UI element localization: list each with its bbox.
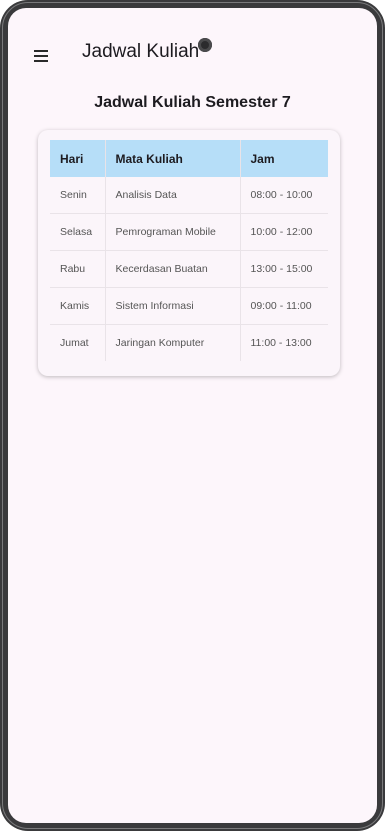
cell-hari: Rabu	[50, 250, 106, 288]
column-header-mata-kuliah: Mata Kuliah	[105, 140, 241, 177]
app-screen: Jadwal Kuliah Jadwal Kuliah Semester 7 H…	[8, 8, 377, 823]
cell-jam: 09:00 - 11:00	[240, 287, 328, 325]
table-row: Selasa Pemrograman Mobile 10:00 - 12:00	[50, 213, 328, 251]
cell-mata-kuliah: Analisis Data	[105, 177, 241, 214]
cell-jam: 13:00 - 15:00	[240, 250, 328, 288]
app-title: Jadwal Kuliah	[82, 41, 200, 62]
cell-mata-kuliah: Kecerdasan Buatan	[105, 250, 241, 288]
phone-frame: Jadwal Kuliah Jadwal Kuliah Semester 7 H…	[0, 0, 385, 831]
hamburger-menu-icon[interactable]	[34, 50, 48, 62]
schedule-table: Hari Mata Kuliah Jam Senin Analisis Data…	[50, 140, 328, 361]
front-camera	[198, 38, 212, 52]
table-row: Senin Analisis Data 08:00 - 10:00	[50, 177, 328, 214]
table-header-row: Hari Mata Kuliah Jam	[50, 140, 328, 177]
table-row: Rabu Kecerdasan Buatan 13:00 - 15:00	[50, 250, 328, 288]
cell-hari: Selasa	[50, 213, 106, 251]
cell-hari: Senin	[50, 177, 106, 214]
table-row: Jumat Jaringan Komputer 11:00 - 13:00	[50, 324, 328, 361]
app-bar: Jadwal Kuliah	[8, 8, 377, 88]
cell-mata-kuliah: Jaringan Komputer	[105, 324, 241, 361]
table-row: Kamis Sistem Informasi 09:00 - 11:00	[50, 287, 328, 325]
cell-jam: 10:00 - 12:00	[240, 213, 328, 251]
cell-jam: 08:00 - 10:00	[240, 177, 328, 214]
column-header-jam: Jam	[240, 140, 328, 177]
cell-mata-kuliah: Sistem Informasi	[105, 287, 241, 325]
column-header-hari: Hari	[50, 140, 106, 177]
cell-hari: Kamis	[50, 287, 106, 325]
cell-hari: Jumat	[50, 324, 106, 361]
cell-jam: 11:00 - 13:00	[250, 337, 312, 349]
cell-mata-kuliah: Pemrograman Mobile	[105, 213, 241, 251]
schedule-card: Hari Mata Kuliah Jam Senin Analisis Data…	[38, 130, 340, 376]
page-heading: Jadwal Kuliah Semester 7	[94, 94, 291, 111]
